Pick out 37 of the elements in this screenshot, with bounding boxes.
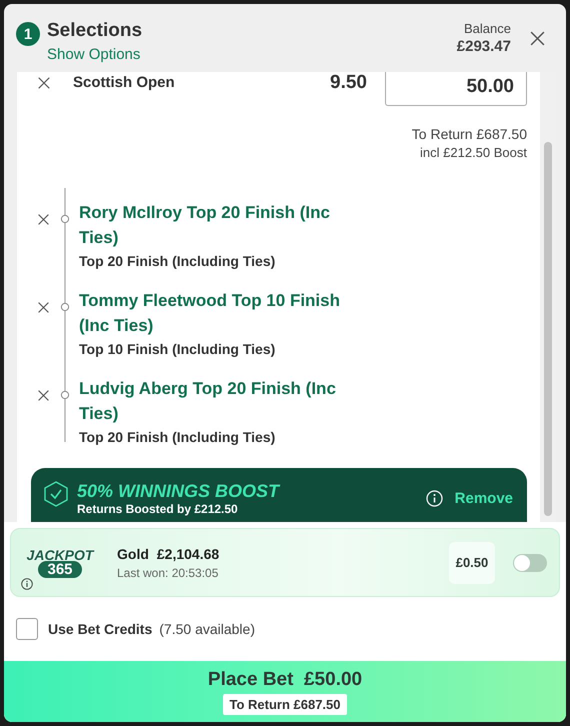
- boost-title: 50% WINNINGS BOOST: [77, 481, 280, 502]
- last-won-text: Last won: 20:53:05: [117, 566, 220, 580]
- leg-title: Rory McIlroy Top 20 Finish (Inc Ties): [79, 202, 331, 249]
- leg-market: Top 20 Finish (Including Ties): [79, 253, 276, 269]
- odds-value: 9.50: [330, 72, 367, 94]
- slip-title: Selections: [47, 20, 142, 41]
- show-options-link[interactable]: Show Options: [47, 46, 142, 63]
- stake-field[interactable]: 50.00: [385, 72, 527, 106]
- to-return-text: To Return £687.50: [410, 126, 527, 142]
- place-bet-button[interactable]: Place Bet £50.00: [208, 669, 362, 691]
- leg-market: Top 10 Finish (Including Ties): [79, 341, 276, 357]
- leg-title: Ludvig Aberg Top 20 Finish (Inc Ties): [79, 378, 337, 425]
- remove-icon[interactable]: [37, 213, 50, 226]
- remove-icon[interactable]: [37, 76, 51, 90]
- close-icon[interactable]: [529, 30, 546, 47]
- jackpot-amount: £2,104.68: [156, 546, 220, 562]
- leg-title: Tommy Fleetwood Top 10 Finish (Inc Ties): [79, 290, 341, 337]
- jackpot-logo: JACKPOT 365: [26, 547, 96, 578]
- jackpot-tier-label: Gold: [117, 546, 149, 562]
- balance-label: Balance: [463, 21, 511, 36]
- bet-credits-label: Use Bet Credits: [48, 621, 152, 637]
- boost-included-text: incl £212.50 Boost: [419, 145, 527, 160]
- remove-icon[interactable]: [37, 389, 50, 402]
- selection-count-badge: 1: [16, 22, 40, 46]
- boost-subtitle: Returns Boosted by £212.50: [77, 502, 239, 516]
- remove-icon[interactable]: [37, 301, 50, 314]
- bet-credits-checkbox[interactable]: [16, 618, 38, 640]
- jackpot-stake: £0.50: [449, 542, 495, 584]
- remove-boost-button[interactable]: Remove: [454, 490, 513, 507]
- selection-name: Scottish Open: [73, 74, 175, 91]
- info-icon[interactable]: [21, 578, 33, 590]
- jackpot-toggle[interactable]: [513, 554, 547, 572]
- to-return-text: To Return £687.50: [223, 694, 347, 715]
- leg-market: Top 20 Finish (Including Ties): [79, 429, 276, 445]
- credits-available-text: (7.50 available): [159, 621, 255, 637]
- hexagon-check-icon: [44, 481, 68, 507]
- balance-value: £293.47: [456, 38, 511, 55]
